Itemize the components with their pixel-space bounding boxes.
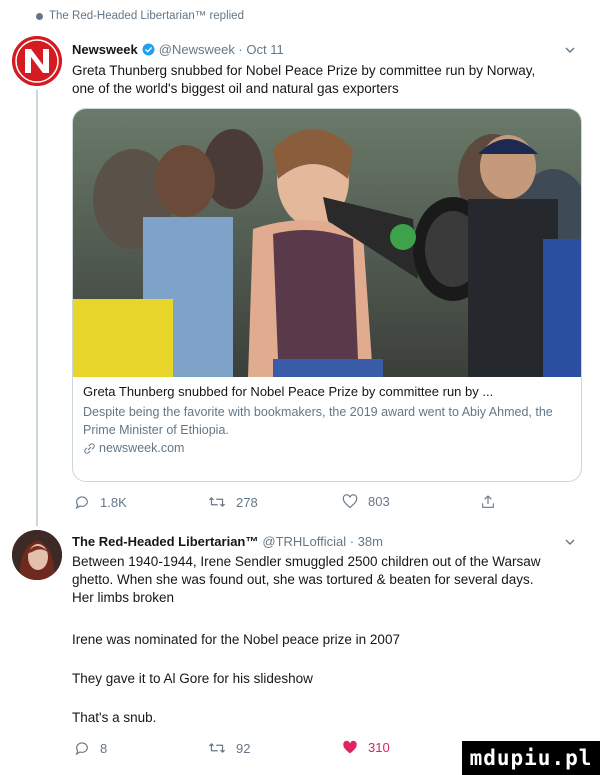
- reply-icon: [75, 496, 88, 510]
- author-handle-time[interactable]: @Newsweek · Oct 11: [159, 42, 284, 57]
- card-title[interactable]: Greta Thunberg snubbed for Nobel Peace P…: [83, 383, 573, 401]
- reply-count: 1.8K: [100, 494, 127, 510]
- retweet-icon: [208, 743, 226, 753]
- reply-button[interactable]: 1.8K: [74, 494, 127, 510]
- tweet-text: Greta Thunberg snubbed for Nobel Peace P…: [72, 63, 536, 96]
- retweet-count: 92: [236, 740, 251, 756]
- card-description: Despite being the favorite with bookmake…: [83, 405, 553, 437]
- chevron-down-icon[interactable]: [564, 44, 576, 56]
- link-icon: [84, 442, 95, 454]
- heart-icon: [342, 494, 358, 509]
- newsweek-logo-icon: [12, 36, 62, 86]
- share-button[interactable]: [480, 494, 496, 510]
- retweet-button[interactable]: 278: [208, 494, 258, 510]
- reply-banner-text: The Red-Headed Libertarian™ replied: [49, 10, 244, 22]
- reply-button[interactable]: 8: [74, 740, 107, 756]
- like-button-active[interactable]: 310: [342, 740, 390, 755]
- like-count: 310: [368, 740, 390, 755]
- tweet-text-para2: Irene was nominated for the Nobel peace …: [72, 632, 400, 647]
- card-domain[interactable]: newsweek.com: [83, 441, 573, 455]
- reply-icon: [75, 742, 88, 756]
- author-name[interactable]: The Red-Headed Libertarian™: [72, 534, 258, 549]
- tweet2-header: The Red-Headed Libertarian™ @TRHLofficia…: [72, 534, 383, 549]
- author-handle-time[interactable]: @TRHLofficial · 38m: [262, 534, 383, 549]
- card-domain-text: newsweek.com: [99, 441, 185, 455]
- tweet1-header: Newsweek @Newsweek · Oct 11: [72, 42, 284, 57]
- retweet-button[interactable]: 92: [208, 740, 250, 756]
- profile-photo: [12, 530, 62, 580]
- reply-count: 8: [100, 740, 108, 756]
- retweet-count: 278: [236, 494, 258, 510]
- verified-badge-icon: [142, 43, 155, 56]
- share-icon: [482, 495, 494, 508]
- tweet-text-para4: That's a snub.: [72, 710, 157, 725]
- tweet-text-para1: Between 1940-1944, Irene Sendler smuggle…: [72, 554, 541, 605]
- thread-connector: [36, 90, 38, 526]
- retweet-icon: [208, 497, 226, 507]
- link-card[interactable]: Greta Thunberg snubbed for Nobel Peace P…: [72, 108, 582, 482]
- chevron-down-icon[interactable]: [564, 536, 576, 548]
- tweet1-actions: 1.8K 278 803: [72, 494, 532, 512]
- like-button[interactable]: 803: [342, 494, 390, 509]
- author-name[interactable]: Newsweek: [72, 42, 138, 57]
- newsweek-avatar[interactable]: [12, 36, 62, 86]
- reply-bullet-icon: [36, 12, 43, 20]
- reply-banner: The Red-Headed Libertarian™ replied: [36, 10, 244, 22]
- like-count: 803: [368, 494, 390, 509]
- trhl-avatar[interactable]: [12, 530, 62, 580]
- tweet-text-para3: They gave it to Al Gore for his slidesho…: [72, 671, 313, 686]
- watermark: mdupiu.pl: [462, 741, 600, 775]
- article-photo[interactable]: [73, 109, 581, 377]
- heart-filled-icon: [343, 740, 357, 754]
